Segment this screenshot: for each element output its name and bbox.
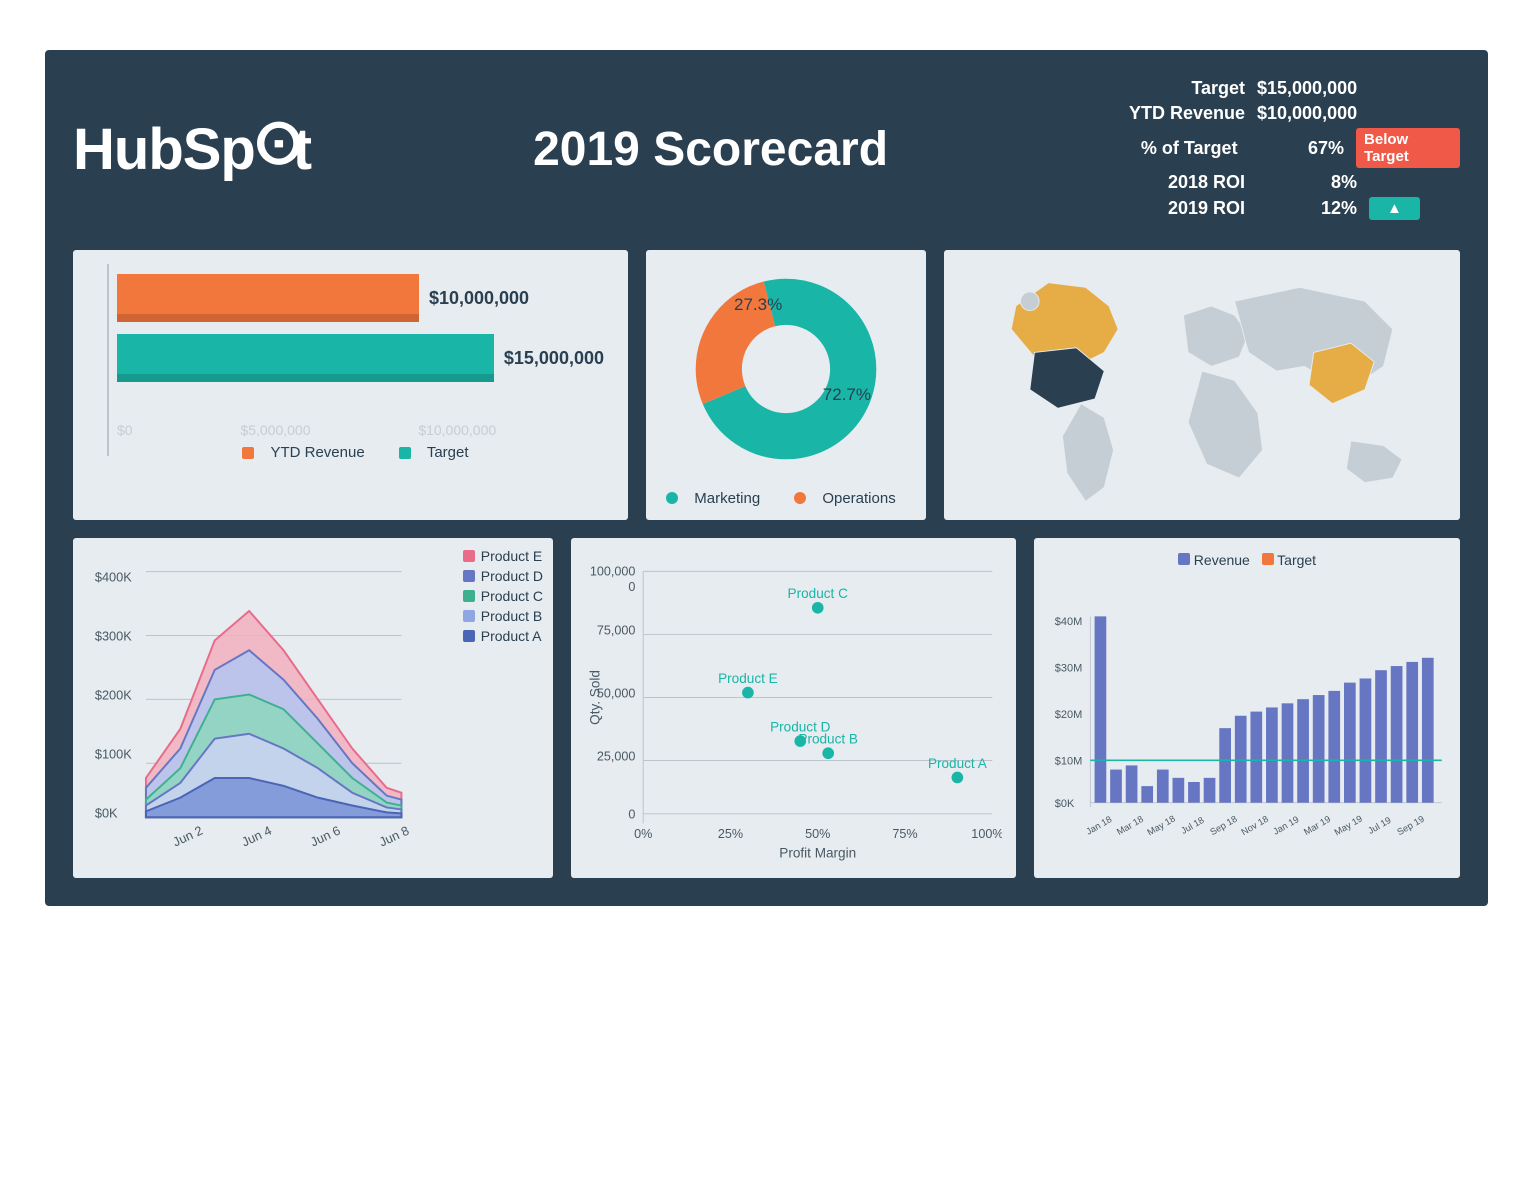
svg-text:Product A: Product A — [928, 756, 988, 771]
svg-text:25,000: 25,000 — [597, 749, 636, 763]
svg-text:Product C: Product C — [788, 586, 849, 601]
svg-text:Product E: Product E — [718, 671, 778, 686]
svg-text:100%: 100% — [971, 827, 1002, 841]
svg-text:0: 0 — [628, 808, 635, 822]
product-legend: Product E Product D Product C Product B … — [463, 548, 543, 648]
svg-text:100,000: 100,000 — [590, 564, 636, 578]
world-map — [944, 250, 1460, 520]
svg-text:0: 0 — [628, 580, 635, 594]
svg-text:May 18: May 18 — [1146, 814, 1177, 838]
svg-text:75%: 75% — [892, 827, 917, 841]
svg-text:$200K: $200K — [95, 687, 132, 702]
svg-text:$400K: $400K — [95, 569, 132, 584]
svg-text:$20M: $20M — [1055, 709, 1083, 721]
svg-text:Sep 18: Sep 18 — [1208, 814, 1239, 837]
svg-text:Profit Margin: Profit Margin — [779, 845, 856, 860]
svg-text:25%: 25% — [718, 827, 743, 841]
svg-text:Jan 18: Jan 18 — [1084, 814, 1113, 837]
svg-text:Jun 8: Jun 8 — [377, 823, 412, 850]
svg-text:$10M: $10M — [1055, 756, 1083, 768]
svg-text:$300K: $300K — [95, 628, 132, 643]
dashboard-header: HubSpⵙt 2019 Scorecard Target $15,000,00… — [73, 78, 1460, 220]
svg-text:Sep 19: Sep 19 — [1395, 814, 1426, 837]
svg-text:$40M: $40M — [1055, 616, 1083, 628]
svg-text:$100K: $100K — [95, 746, 132, 761]
svg-text:50,000: 50,000 — [597, 686, 636, 700]
svg-text:Jun 2: Jun 2 — [170, 823, 205, 850]
kpi-summary: Target $15,000,000 YTD Revenue $10,000,0… — [1110, 78, 1460, 220]
svg-text:50%: 50% — [805, 827, 830, 841]
svg-text:Jul 19: Jul 19 — [1366, 815, 1392, 836]
svg-text:Jul 18: Jul 18 — [1179, 815, 1205, 836]
svg-text:Jun 6: Jun 6 — [308, 823, 343, 850]
below-target-badge: Below Target — [1356, 128, 1460, 168]
profit-margin-scatter: 100,000 0 75,000 50,000 25,000 0 Product… — [571, 538, 1016, 878]
spend-donut: 27.3% 72.7% Marketing Operations — [646, 250, 926, 520]
svg-text:Mar 19: Mar 19 — [1302, 814, 1332, 837]
brand-logo: HubSpⵙt — [73, 116, 311, 183]
svg-text:Mar 18: Mar 18 — [1115, 814, 1145, 837]
svg-text:0%: 0% — [634, 827, 652, 841]
monthly-revenue-columns: Revenue Target $40M $30M $20M $10M $0K — [1034, 538, 1460, 878]
svg-text:$0K: $0K — [95, 805, 118, 820]
svg-text:Jun 4: Jun 4 — [239, 823, 274, 850]
svg-text:75,000: 75,000 — [597, 623, 636, 637]
revenue-target-bar: $10,000,000 $15,000,000 $0 $5,000,000 $1… — [73, 250, 628, 520]
svg-text:Product D: Product D — [770, 719, 831, 734]
svg-text:Qty. Sold: Qty. Sold — [588, 670, 603, 725]
svg-text:$30M: $30M — [1055, 662, 1083, 674]
svg-text:Jan 19: Jan 19 — [1271, 814, 1300, 837]
svg-text:May 19: May 19 — [1333, 814, 1364, 838]
svg-text:$0K: $0K — [1055, 798, 1075, 810]
roi-up-badge: ▲ — [1369, 197, 1420, 220]
svg-text:Nov 18: Nov 18 — [1240, 814, 1271, 837]
dashboard-title: 2019 Scorecard — [341, 122, 1080, 177]
product-area-chart: $400K $300K $200K $100K $0K — [73, 538, 553, 878]
